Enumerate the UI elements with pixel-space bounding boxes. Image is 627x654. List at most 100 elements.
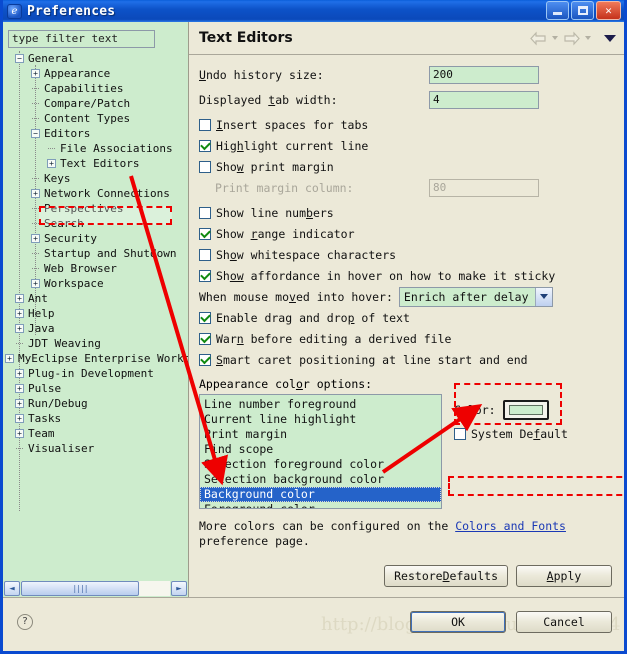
forward-history-caret-icon[interactable] (585, 36, 591, 40)
checkbox-show-affordance-in-hover-on-how-to-make-it-sticky[interactable] (199, 269, 211, 282)
help-question-icon[interactable]: ? (17, 613, 33, 630)
chevron-down-icon[interactable] (534, 287, 552, 306)
checkbox-show-print-margin[interactable] (199, 160, 211, 173)
tree-expand-icon[interactable]: + (15, 293, 24, 303)
checkbox-insert-spaces-for-tabs[interactable] (199, 118, 211, 131)
sidebar-item-java[interactable]: + Java (5, 321, 188, 336)
sidebar-item-capabilities[interactable]: Capabilities (5, 81, 188, 96)
checkbox-enable-drag-and-drop-of-text[interactable] (199, 311, 211, 324)
scroll-left-arrow-icon[interactable]: ◄ (4, 581, 20, 596)
maximize-button[interactable] (571, 1, 594, 20)
tree-expand-icon[interactable]: + (15, 383, 24, 393)
page-menu-icon[interactable] (604, 34, 616, 42)
tree-expand-icon[interactable]: + (31, 188, 40, 198)
sidebar-item-help[interactable]: + Help (5, 306, 188, 321)
scroll-thumb[interactable]: |||| (21, 581, 139, 596)
tree-expand-icon[interactable]: + (31, 278, 40, 288)
sidebar-item-appearance[interactable]: + Appearance (5, 66, 188, 81)
sidebar-item-ant[interactable]: + Ant (5, 291, 188, 306)
color-option-item[interactable]: Foreground color (200, 502, 441, 508)
color-option-item[interactable]: Print margin (200, 427, 441, 442)
filter-input[interactable] (8, 29, 155, 48)
checkbox-show-range-indicator[interactable] (199, 227, 211, 240)
color-swatch-button[interactable] (502, 400, 549, 420)
tree-collapse-icon[interactable]: − (31, 128, 40, 138)
tree-expand-icon[interactable]: + (5, 353, 14, 363)
tree-expand-icon[interactable]: + (15, 413, 24, 423)
back-arrow-icon[interactable] (530, 30, 547, 46)
sidebar-item-plug-in-development[interactable]: + Plug-in Development (5, 366, 188, 381)
checkbox-row[interactable]: Show range indicator (199, 223, 624, 244)
close-button[interactable]: ✕ (596, 1, 621, 20)
checkbox-show-line-numbers[interactable] (199, 206, 211, 219)
sidebar-item-editors[interactable]: − Editors (5, 126, 188, 141)
color-option-item[interactable]: Selection background color (200, 472, 441, 487)
tree-expand-icon[interactable]: + (15, 398, 24, 408)
sidebar-item-myeclipse-enterprise-workb[interactable]: + MyEclipse Enterprise Workb (5, 351, 188, 366)
sidebar-item-visualiser[interactable]: Visualiser (5, 441, 188, 456)
tree-expand-icon[interactable]: + (15, 323, 24, 333)
sidebar-item-perspectives[interactable]: Perspectives (5, 201, 188, 216)
sidebar-item-content-types[interactable]: Content Types (5, 111, 188, 126)
tree-expand-icon[interactable]: + (31, 233, 40, 243)
sidebar-item-web-browser[interactable]: Web Browser (5, 261, 188, 276)
checkbox-row[interactable]: Insert spaces for tabs (199, 114, 624, 135)
sidebar-item-workspace[interactable]: + Workspace (5, 276, 188, 291)
checkbox-highlight-current-line[interactable] (199, 139, 211, 152)
forward-arrow-icon[interactable] (563, 30, 580, 46)
color-option-item[interactable]: Find scope (200, 442, 441, 457)
preferences-tree[interactable]: − General + Appearance Capabilities Compare/P… (3, 50, 188, 581)
tree-expand-icon[interactable]: + (15, 428, 24, 438)
hover-behavior-select[interactable]: Enrich after delay (398, 286, 553, 307)
tree-collapse-icon[interactable]: − (15, 53, 24, 63)
sidebar-item-jdt-weaving[interactable]: JDT Weaving (5, 336, 188, 351)
sidebar-item-text-editors[interactable]: + Text Editors (5, 156, 188, 171)
print-margin-column-input[interactable] (429, 178, 539, 197)
sidebar-item-keys[interactable]: Keys (5, 171, 188, 186)
colors-and-fonts-link[interactable]: Colors and Fonts (455, 519, 566, 533)
color-options-list[interactable]: Line number foreground Current line highl… (199, 394, 442, 509)
cancel-button[interactable]: Cancel (516, 611, 612, 633)
sidebar-item-compare-patch[interactable]: Compare/Patch (5, 96, 188, 111)
tree-expand-icon[interactable]: + (47, 158, 56, 168)
sidebar-item-team[interactable]: + Team (5, 426, 188, 441)
field-input[interactable] (429, 65, 539, 84)
checkbox-row[interactable]: Show affordance in hover on how to make … (199, 265, 624, 286)
checkbox-smart-caret-positioning-at-line-start-and-end[interactable] (199, 353, 211, 366)
checkbox-row[interactable]: Show line numbers (199, 202, 624, 223)
checkbox-row[interactable]: Warn before editing a derived file (199, 328, 624, 349)
checkbox-row[interactable]: Smart caret positioning at line start an… (199, 349, 624, 370)
sidebar-item-startup-and-shutdown[interactable]: Startup and Shutdown (5, 246, 188, 261)
checkbox-row[interactable]: Highlight current line (199, 135, 624, 156)
sidebar-item-file-associations[interactable]: File Associations (5, 141, 188, 156)
sidebar-item-tasks[interactable]: + Tasks (5, 411, 188, 426)
sidebar-item-network-connections[interactable]: + Network Connections (5, 186, 188, 201)
back-history-caret-icon[interactable] (552, 36, 558, 40)
minimize-button[interactable] (546, 1, 569, 20)
sidebar-item-security[interactable]: + Security (5, 231, 188, 246)
checkbox-row[interactable]: Show whitespace characters (199, 244, 624, 265)
checkbox-show-whitespace-characters[interactable] (199, 248, 211, 261)
checkbox-row[interactable]: Enable drag and drop of text (199, 307, 624, 328)
sidebar-item-general[interactable]: − General (5, 51, 188, 66)
scroll-track[interactable]: |||| (21, 581, 170, 596)
checkbox-warn-before-editing-a-derived-file[interactable] (199, 332, 211, 345)
scroll-right-arrow-icon[interactable]: ► (171, 581, 187, 596)
sidebar-item-run-debug[interactable]: + Run/Debug (5, 396, 188, 411)
color-option-item[interactable]: Current line highlight (200, 412, 441, 427)
tree-horizontal-scrollbar[interactable]: ◄ |||| ► (3, 580, 188, 597)
restore-defaults-button[interactable]: Restore Defaults (384, 565, 508, 587)
sidebar-item-search[interactable]: Search (5, 216, 188, 231)
tree-expand-icon[interactable]: + (15, 368, 24, 378)
color-option-item[interactable]: Line number foreground (200, 397, 441, 412)
checkbox-row[interactable]: Show print margin (199, 156, 624, 177)
apply-button[interactable]: Apply (516, 565, 612, 587)
tree-expand-icon[interactable]: + (15, 308, 24, 318)
color-option-item[interactable]: Background color (200, 487, 441, 502)
color-option-item[interactable]: Selection foreground color (200, 457, 441, 472)
tree-expand-icon[interactable]: + (31, 68, 40, 78)
field-input[interactable] (429, 90, 539, 109)
system-default-checkbox[interactable] (454, 428, 466, 440)
sidebar-item-pulse[interactable]: + Pulse (5, 381, 188, 396)
ok-button[interactable]: OK (410, 611, 506, 633)
